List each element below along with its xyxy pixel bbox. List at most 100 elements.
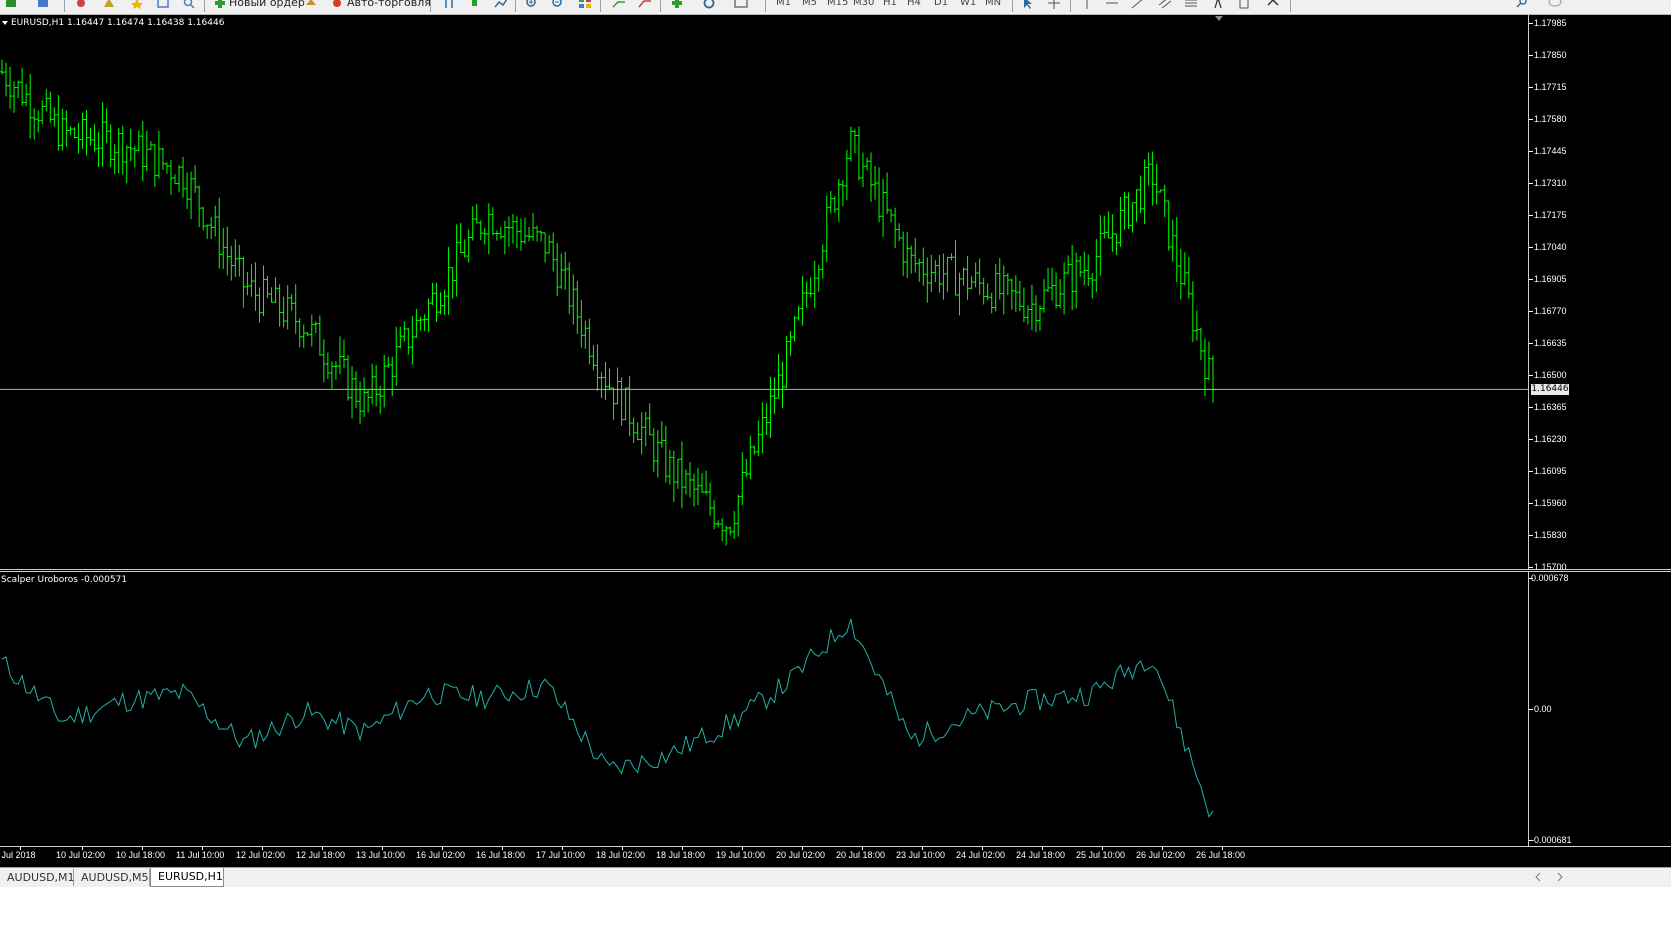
ohlc-bar [929,254,934,292]
indicator-series-line [1,618,1214,818]
cursor-icon[interactable] [1021,0,1035,9]
trendline-icon[interactable] [1131,0,1145,9]
ohlc-bar [917,258,922,282]
profiles-icon[interactable] [36,0,50,9]
ohlc-bar [889,209,894,223]
toolbar-separator [1290,0,1291,12]
new-order-button[interactable]: Новый ордер [229,0,305,11]
label-icon[interactable] [1237,0,1251,9]
timeframe-m1[interactable]: M1 [776,0,791,11]
line-chart-icon[interactable] [494,0,508,9]
magnifier-icon[interactable] [182,0,196,9]
price-scale-label: 1.17985 [1534,18,1567,28]
ohlc-bar [454,224,459,297]
ohlc-bar [583,320,588,349]
market-watch-icon[interactable] [74,0,88,9]
timeframe-m30[interactable]: M30 [853,0,874,11]
timeframe-d1[interactable]: D1 [934,0,948,11]
autotrading-icon[interactable] [330,0,344,9]
ohlc-bar [96,131,101,168]
favorites-icon[interactable] [130,0,144,9]
ohlc-bar [84,110,89,156]
tab-eurusd-h1[interactable]: EURUSD,H1 [150,868,224,887]
price-scale-tick [1529,119,1533,120]
price-scale-label: 1.15830 [1534,530,1567,540]
ohlc-bar [897,223,902,242]
ohlc-bar [643,411,648,447]
ohlc-bar [442,289,447,315]
ohlc-bar [32,108,37,140]
channel-icon[interactable] [1158,0,1172,9]
chart-shift-icon[interactable] [638,0,652,9]
periods-icon[interactable] [702,0,716,9]
ohlc-bar [317,315,322,356]
ohlc-bar [977,258,982,295]
ohlc-bar [1134,189,1139,222]
candlestick-icon[interactable] [468,0,482,9]
zoom-in-icon[interactable] [525,0,539,9]
timeframe-h1[interactable]: H1 [883,0,897,11]
search-icon[interactable] [1515,0,1529,9]
expert-icon[interactable] [304,0,318,9]
timeframe-m5[interactable]: M5 [802,0,817,11]
price-scale-tick [1529,215,1533,216]
price-scale[interactable]: 1.17985 1.17850 1.17715 1.17580 1.17445 1.173… [1528,15,1671,569]
text-icon[interactable] [1211,0,1225,9]
time-axis-label: 26 Jul 18:00 [1196,850,1246,860]
ohlc-bar [696,467,701,506]
ohlc-bar [48,91,53,123]
new-order-icon[interactable] [213,0,227,9]
bar-chart-icon[interactable] [442,0,456,9]
navigator-icon[interactable] [102,0,116,9]
ohlc-bar [374,364,379,407]
ohlc-bar [313,321,318,334]
price-scale-label: 1.16770 [1534,306,1567,316]
ohlc-bar [44,89,49,112]
ohlc-bar [788,330,793,356]
ohlc-bar [683,469,688,495]
ohlc-bar [1098,215,1103,276]
chart-shift-marker-icon[interactable] [1214,15,1224,23]
indicator-scale[interactable]: 0.000678 0.00 -0.000681 [1528,572,1671,846]
new-chart-icon[interactable] [4,0,18,9]
scale-tick [1529,709,1533,710]
ohlc-bar [687,462,692,498]
tab-audusd-m5[interactable]: AUDUSD,M5 [74,869,150,886]
ohlc-bar [885,172,890,215]
autotrading-button[interactable]: Авто-торговля [347,0,431,11]
price-chart[interactable]: EURUSD,H1 1.16447 1.16474 1.16438 1.1644… [0,15,1528,569]
price-scale-label: 1.17310 [1534,178,1567,188]
vertical-line-icon[interactable] [1080,0,1094,9]
tab-scroll-left-icon[interactable] [1534,872,1542,882]
ohlc-bar [144,130,149,172]
ohlc-bar [470,206,475,241]
indicators-icon[interactable] [670,0,684,9]
timeframe-h4[interactable]: H4 [907,0,921,11]
ohlc-bar [100,102,105,167]
price-scale-tick [1529,343,1533,344]
chat-icon[interactable] [1548,0,1562,9]
autoscroll-icon[interactable] [612,0,626,9]
ohlc-bar [1037,305,1042,331]
history-icon[interactable] [156,0,170,9]
fibonacci-icon[interactable] [1184,0,1198,9]
zoom-out-icon[interactable] [551,0,565,9]
indicator-chart[interactable]: Scalper Uroboros -0.000571 [0,572,1528,846]
timeframe-mn[interactable]: MN [985,0,1001,11]
ohlc-bar [193,165,198,193]
timeframe-w1[interactable]: W1 [960,0,976,11]
ohlc-bar [285,285,290,330]
time-axis[interactable]: 9 Jul 2018 10 Jul 02:00 10 Jul 18:00 11 Jul… [0,846,1671,867]
templates-icon[interactable] [734,0,748,9]
tab-scroll-right-icon[interactable] [1556,872,1564,882]
horizontal-line-icon[interactable] [1105,0,1119,9]
ohlc-bar [776,354,781,399]
arrows-icon[interactable] [1266,0,1280,9]
tile-icon[interactable] [578,0,592,9]
crosshair-icon[interactable] [1047,0,1061,9]
ohlc-bar [1046,267,1051,293]
price-scale-label: 1.16635 [1534,338,1567,348]
ohlc-bar [864,157,869,171]
timeframe-m15[interactable]: M15 [827,0,848,11]
tab-audusd-m1[interactable]: AUDUSD,M1 [0,869,75,886]
